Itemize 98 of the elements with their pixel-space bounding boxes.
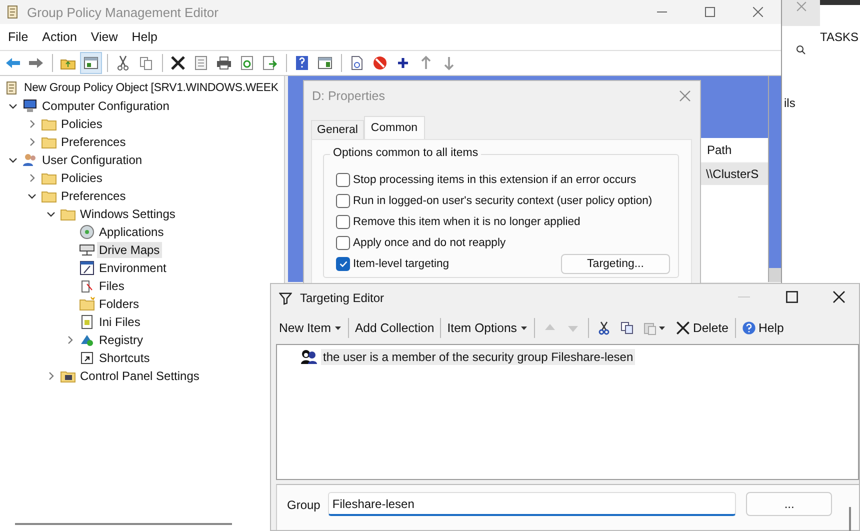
tree-item[interactable]: New Group Policy Object [SRV1.WINDOWS.WEEK [22,81,280,95]
dropdown-button[interactable]: Item Options [443,319,532,337]
menu-item[interactable]: Action [36,30,85,44]
document-icon[interactable] [349,55,365,71]
chevron-right-icon[interactable] [27,137,37,147]
column-header[interactable]: Path [699,143,732,157]
field-label: Group [287,498,320,512]
disc-icon [79,224,95,240]
checkbox[interactable] [336,194,350,208]
window-title: Group Policy Management Editor [27,4,220,20]
checkbox-label: Apply once and do not reapply [353,236,506,248]
checkbox[interactable] [336,236,350,250]
window-title: Targeting Editor [300,291,386,305]
plus-icon[interactable] [395,55,411,71]
export-icon[interactable] [262,55,278,71]
copy-icon[interactable] [138,55,154,71]
tree-item[interactable]: Drive Maps [97,242,162,258]
pane-icon[interactable] [83,55,99,71]
scissors-icon[interactable] [596,321,611,335]
chevron-right-icon[interactable] [27,173,37,183]
checkbox[interactable] [336,172,350,186]
caret-icon [658,324,666,332]
caret-icon [520,324,528,332]
tree-item[interactable]: User Configuration [40,152,144,168]
browse-button[interactable]: ... [746,492,832,516]
forward-arrow-icon[interactable] [28,55,44,71]
help-button[interactable]: Help [738,319,788,337]
chevron-down-icon[interactable] [8,101,18,111]
tree-item[interactable]: Applications [97,224,166,240]
tree-item[interactable]: Policies [59,170,104,186]
tree-item[interactable]: Files [97,278,126,294]
delete-button[interactable]: Delete [672,319,732,337]
group-field[interactable]: Fileshare-lesen [328,492,736,516]
help-icon [742,321,756,335]
files-icon [79,278,95,294]
tree-item[interactable]: Preferences [59,188,128,204]
search-icon[interactable] [796,45,806,55]
chevron-down-icon[interactable] [46,209,56,219]
tasks-menu[interactable]: TASKS [820,30,858,44]
filter-icon [279,292,292,304]
tab[interactable]: General [311,120,364,139]
drive-icon [79,242,95,258]
copy-icon[interactable] [620,321,634,335]
checkbox-label: Remove this item when it is no longer applied [353,216,580,228]
checkbox-label: Run in logged-on user's security context (user policy option) [353,194,652,206]
dropdown-button[interactable]: New Item [275,319,346,337]
table-cell-text: \\ClusterS [705,167,759,181]
scissors-icon[interactable] [115,55,131,71]
sheet-icon[interactable] [193,55,209,71]
close-icon [676,321,690,335]
chevron-down-icon[interactable] [8,155,18,165]
menu-item[interactable]: File [2,30,36,44]
list-item[interactable]: the user is a member of the security group Fileshare-lesen [321,349,636,365]
chevron-down-icon[interactable] [27,191,37,201]
scrollbar[interactable] [849,507,851,531]
tree-item[interactable]: Computer Configuration [40,98,172,114]
tree-item[interactable]: Registry [97,332,146,348]
chevron-right-icon[interactable] [27,119,37,129]
tree-item[interactable]: Policies [59,116,104,132]
caret-icon [334,324,342,332]
tree-item[interactable]: Shortcuts [97,350,152,366]
tree-item[interactable]: Environment [97,260,168,276]
printer-icon[interactable] [216,55,232,71]
delete-icon[interactable] [170,55,186,71]
users-icon [300,349,318,365]
panel-icon[interactable] [317,55,333,71]
tree-item[interactable]: Windows Settings [78,206,178,222]
help-icon[interactable] [294,55,310,71]
refresh-icon[interactable] [239,55,255,71]
menu-item[interactable]: Help [126,30,166,44]
tree-item[interactable]: Preferences [59,134,128,150]
computer-icon [22,98,38,114]
chevron-right-icon[interactable] [46,371,56,381]
folder-icon [79,296,95,312]
close-icon[interactable] [833,290,845,302]
tree-item[interactable]: Folders [97,296,142,312]
toolbar-button[interactable]: Add Collection [350,319,438,337]
tab[interactable]: Common [364,116,425,139]
tree-item[interactable]: Ini Files [97,314,142,330]
maximize-icon[interactable] [786,290,798,302]
notepad-icon [79,314,95,330]
group-title: Options common to all items [330,147,482,159]
menu-item[interactable]: View [84,30,126,44]
tree-item[interactable]: Control Panel Settings [78,368,202,384]
checkbox-label: Stop processing items in this extension if an error occurs [353,174,636,186]
stop-icon[interactable] [372,55,388,71]
checkbox[interactable] [336,214,350,228]
checkbox[interactable] [336,256,350,270]
partial-label: ils [784,96,796,110]
back-arrow-icon[interactable] [5,55,21,71]
users-icon [22,152,38,168]
checkbox-label: Item-level targeting [353,258,450,270]
scrollbar-thumb[interactable] [769,268,781,282]
scrollbar[interactable] [15,523,232,525]
dialog-title: D: Properties [312,89,386,103]
targeting-button[interactable]: Targeting... [561,254,670,274]
chevron-right-icon[interactable] [65,335,75,345]
shortcut-icon [79,350,95,366]
